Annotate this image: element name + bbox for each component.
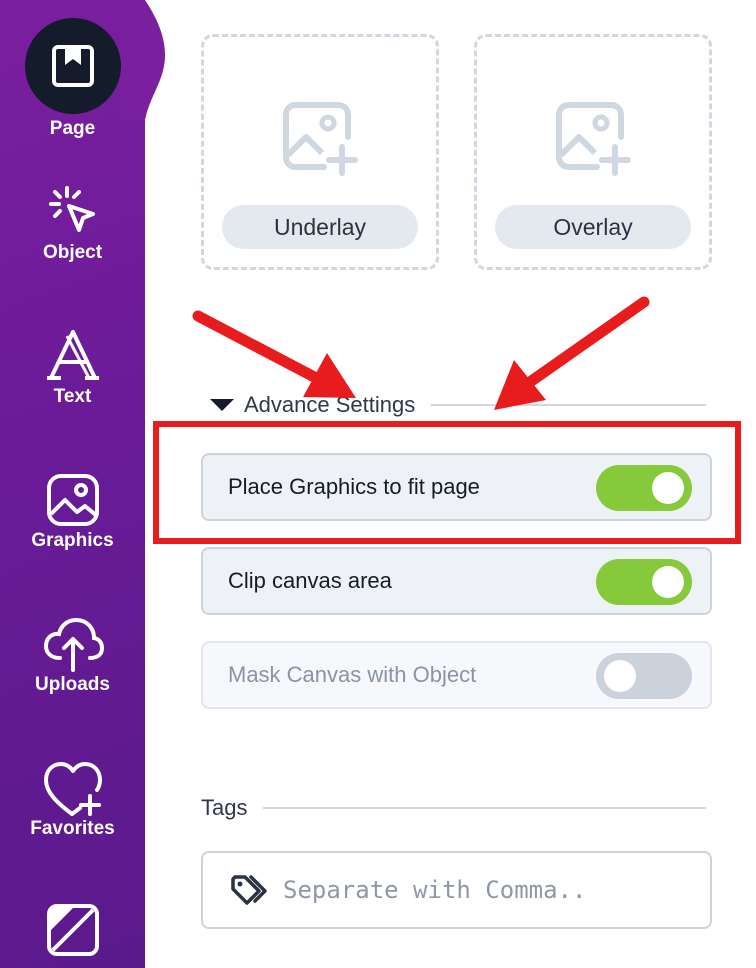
- annotation-arrows: [192, 296, 650, 410]
- annotation-arrow-left: [192, 310, 356, 398]
- annotation-arrow-right: [494, 296, 650, 410]
